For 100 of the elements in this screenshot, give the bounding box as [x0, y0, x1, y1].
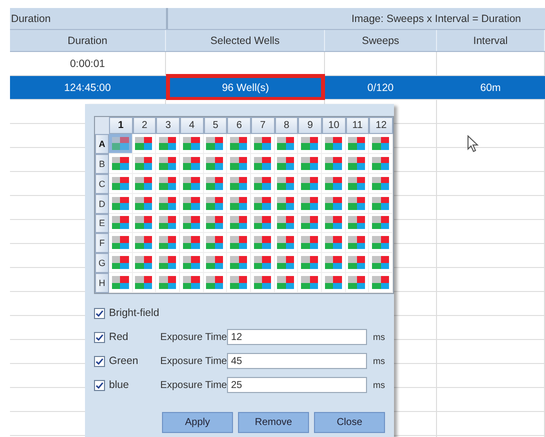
well-icon[interactable]: [301, 216, 318, 230]
column-label[interactable]: 2: [132, 117, 156, 134]
well-icon[interactable]: [206, 236, 224, 250]
well-icon[interactable]: [372, 256, 390, 270]
row-label[interactable]: G: [95, 253, 109, 274]
well-icon[interactable]: [182, 156, 200, 170]
well-icon[interactable]: [206, 256, 224, 270]
well-icon[interactable]: [112, 156, 129, 170]
well-icon[interactable]: [230, 276, 248, 290]
well-icon[interactable]: [348, 136, 366, 150]
column-label[interactable]: 4: [180, 117, 204, 134]
well-icon[interactable]: [159, 236, 176, 250]
well-icon[interactable]: [230, 196, 248, 210]
well-icon[interactable]: [135, 276, 152, 290]
exposure-field[interactable]: 25: [227, 377, 367, 393]
column-label[interactable]: 10: [322, 117, 346, 134]
well-icon[interactable]: [206, 276, 224, 290]
well-icon[interactable]: [159, 256, 176, 270]
well-icon[interactable]: [324, 136, 342, 150]
well-icon[interactable]: [159, 176, 176, 190]
well-icon[interactable]: [372, 176, 390, 190]
well-icon[interactable]: [348, 156, 366, 170]
column-header[interactable]: Selected Wells: [166, 30, 325, 51]
well-icon[interactable]: [372, 216, 390, 230]
well-icon[interactable]: [254, 256, 271, 270]
well-icon[interactable]: [135, 176, 152, 190]
well-icon[interactable]: [301, 196, 318, 210]
well-icon[interactable]: [112, 176, 129, 190]
well-icon[interactable]: [254, 196, 271, 210]
well-icon[interactable]: [254, 176, 271, 190]
well-icon[interactable]: [301, 276, 318, 290]
column-label[interactable]: 12: [369, 117, 393, 134]
well-icon[interactable]: [324, 156, 342, 170]
well-icon[interactable]: [348, 196, 366, 210]
well-icon[interactable]: [301, 136, 318, 150]
well-icon[interactable]: [277, 176, 294, 190]
well-icon[interactable]: [324, 236, 342, 250]
well-icon[interactable]: [112, 196, 129, 210]
row-label[interactable]: H: [95, 273, 109, 293]
well-icon[interactable]: [372, 276, 390, 290]
exposure-field[interactable]: 45: [227, 353, 367, 369]
table-row[interactable]: 124:45:00 96 Well(s) 0/120 60m: [10, 76, 545, 100]
row-label[interactable]: E: [95, 214, 109, 234]
row-label[interactable]: A: [95, 134, 109, 154]
well-icon[interactable]: [277, 156, 294, 170]
row-label[interactable]: B: [95, 154, 109, 174]
well-icon[interactable]: [348, 276, 366, 290]
well-icon[interactable]: [324, 216, 342, 230]
well-icon[interactable]: [301, 156, 318, 170]
well-icon[interactable]: [324, 276, 342, 290]
dialog-button[interactable]: Apply: [162, 412, 233, 433]
well-icon[interactable]: [301, 176, 318, 190]
well-icon[interactable]: [135, 256, 152, 270]
well-icon[interactable]: [135, 236, 152, 250]
well-icon[interactable]: [254, 236, 271, 250]
checkbox[interactable]: [94, 356, 105, 366]
well-icon[interactable]: [348, 176, 366, 190]
well-icon[interactable]: [324, 196, 342, 210]
well-icon[interactable]: [372, 236, 390, 250]
well-icon[interactable]: [206, 196, 224, 210]
well-icon[interactable]: [182, 196, 200, 210]
column-header[interactable]: Duration: [10, 30, 166, 51]
dialog-button[interactable]: Remove: [238, 412, 309, 433]
column-label[interactable]: 6: [227, 117, 251, 134]
well-icon[interactable]: [159, 156, 176, 170]
well-icon[interactable]: [182, 216, 200, 230]
column-label[interactable]: 1: [109, 117, 133, 134]
well-icon[interactable]: [324, 176, 342, 190]
column-header[interactable]: Sweeps: [325, 30, 437, 51]
well-icon[interactable]: [182, 176, 200, 190]
well-icon[interactable]: [135, 216, 152, 230]
well-icon[interactable]: [277, 236, 294, 250]
row-label[interactable]: D: [95, 194, 109, 214]
well-icon[interactable]: [301, 256, 318, 270]
column-label[interactable]: 8: [274, 117, 298, 134]
well-icon[interactable]: [348, 256, 366, 270]
well-icon[interactable]: [301, 236, 318, 250]
well-icon[interactable]: [372, 136, 390, 150]
well-icon[interactable]: [182, 276, 200, 290]
dialog-button[interactable]: Close: [314, 412, 385, 433]
well-icon[interactable]: [135, 136, 152, 150]
column-label[interactable]: 3: [156, 117, 180, 134]
well-icon[interactable]: [112, 276, 129, 290]
column-label[interactable]: 11: [346, 117, 370, 134]
column-label[interactable]: 7: [250, 117, 275, 134]
well-icon[interactable]: [277, 136, 294, 150]
checkbox[interactable]: [94, 308, 105, 318]
well-icon[interactable]: [135, 196, 152, 210]
well-icon[interactable]: [254, 276, 271, 290]
well-icon[interactable]: [254, 216, 271, 230]
column-label[interactable]: 9: [298, 117, 322, 134]
well-icon[interactable]: [348, 236, 366, 250]
well-icon[interactable]: [230, 256, 248, 270]
well-icon[interactable]: [182, 136, 200, 150]
well-icon[interactable]: [277, 276, 294, 290]
well-icon[interactable]: [254, 136, 271, 150]
well-icon[interactable]: [206, 156, 224, 170]
row-label[interactable]: F: [95, 233, 109, 254]
exposure-field[interactable]: 12: [227, 329, 367, 345]
well-icon[interactable]: [277, 256, 294, 270]
